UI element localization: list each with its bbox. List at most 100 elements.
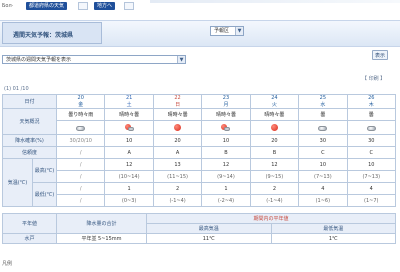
cloud-icon	[76, 124, 86, 132]
pop-cell: 20	[152, 134, 203, 147]
weather-icon-cell	[104, 120, 154, 135]
min-temp-cell: /	[56, 182, 106, 195]
min-temp-range: (-1~4)	[152, 194, 203, 207]
reliability-cell: C	[298, 146, 348, 159]
max-temp-cell: 12	[249, 158, 300, 171]
min-temp-cell: 2	[152, 182, 203, 195]
weather-summary: 曇り時々雨	[56, 108, 106, 121]
max-temp-cell: 12	[104, 158, 154, 171]
min-temp-cell: 4	[298, 182, 348, 195]
max-temp-cell: 13	[152, 158, 203, 171]
nav-separator-icon	[124, 2, 134, 10]
weather-summary: 晴時々曇	[201, 108, 251, 121]
pop-label: 降水確率(%)	[1, 134, 58, 147]
min-temp-range: (1~6)	[298, 194, 348, 207]
chevron-down-icon: ▼	[177, 56, 185, 63]
nav-tab-prefecture-weather[interactable]: 都道府県の天気	[26, 2, 68, 10]
top-navigation: Бол· 都道府県の天気 地方へ	[0, 0, 400, 12]
min-temp-cell: 1	[104, 182, 154, 195]
weather-summary: 曇	[298, 108, 348, 121]
normals-label: 平年値	[2, 213, 57, 234]
weather-icon-cell	[346, 120, 397, 135]
pop-cell: 30	[346, 134, 397, 147]
min-temp-range: (-2~4)	[201, 194, 251, 207]
date-label: 日付	[1, 94, 58, 109]
pop-cell: 30	[298, 134, 348, 147]
min-temp-header: 最低気温	[270, 223, 396, 234]
min-temp-range: (-1~4)	[249, 194, 300, 207]
weather-label: 天気概況	[1, 108, 58, 135]
date-cell: 26 木	[346, 94, 397, 109]
pop-cell: 20	[249, 134, 300, 147]
min-temp-range: /	[56, 194, 106, 207]
pop-cell: 30/20/10	[56, 134, 106, 147]
reliability-cell: B	[201, 146, 251, 159]
print-link[interactable]: 【 印刷 】	[362, 75, 385, 82]
weather-summary: 晴時々曇	[249, 108, 300, 121]
weather-icon-cell	[152, 120, 203, 135]
cloud-icon	[318, 124, 328, 132]
max-temp-range: (9~15)	[249, 170, 300, 183]
pop-cell: 10	[104, 134, 154, 147]
reliability-cell: B	[249, 146, 300, 159]
station-label: 水戸	[2, 233, 57, 244]
region-select-value: 予報区	[214, 28, 230, 34]
weather-summary: 曇	[346, 108, 397, 121]
legend-label: 凡例	[2, 261, 13, 267]
weather-icon-cell	[249, 120, 300, 135]
weather-icon-cell	[56, 120, 106, 135]
precip-total-value: 平年並 5~15mm	[56, 233, 147, 244]
max-temp-range: (7~13)	[298, 170, 348, 183]
max-temp-cell: 10	[298, 158, 348, 171]
date-cell: 22 日	[152, 94, 203, 109]
go-button[interactable]: 表示	[372, 50, 388, 60]
max-temp-header: 最高気温	[146, 223, 272, 234]
normal-min-value: 1℃	[270, 233, 396, 244]
cloud-icon	[366, 124, 376, 132]
page-title: 週間天気予報：茨城県	[13, 32, 74, 39]
date-cell: 23 月	[201, 94, 251, 109]
max-temp-cell: /	[56, 158, 106, 171]
date-cell: 25 水	[298, 94, 348, 109]
page-indicator: (1) 01 /10	[4, 86, 29, 92]
reliability-cell: C	[346, 146, 397, 159]
date-cell: 24 火	[249, 94, 300, 109]
temp-min-label: 最低(℃)	[31, 182, 58, 207]
date-cell: 20 金	[56, 94, 106, 109]
weather-summary: 晴時々曇	[152, 108, 203, 121]
normal-max-value: 11℃	[146, 233, 272, 244]
nav-divider	[150, 0, 400, 3]
sun-icon	[270, 123, 279, 132]
max-temp-range: (9~14)	[201, 170, 251, 183]
temp-group-label: 気温(℃)	[2, 158, 33, 207]
nav-separator-icon	[78, 2, 88, 10]
date-cell: 21 土	[104, 94, 154, 109]
normals-table: 平年値 降水量の合計 期間内の平年値 最高気温 最低気温 水戸 平年並 5~15…	[2, 213, 396, 244]
weather-summary: 晴時々曇	[104, 108, 154, 121]
max-temp-cell: 12	[201, 158, 251, 171]
nav-tab-region[interactable]: 地方へ	[94, 2, 116, 10]
area-select-value: 茨城県の週間天気予報を表示	[6, 57, 72, 63]
reliability-cell: /	[56, 146, 106, 159]
max-temp-range: (10~14)	[104, 170, 154, 183]
region-select[interactable]: 予報区 ▼	[210, 26, 244, 36]
reliability-cell: A	[152, 146, 203, 159]
area-select[interactable]: 茨城県の週間天気予報を表示 ▼	[2, 55, 186, 64]
weather-icon-cell	[298, 120, 348, 135]
reliability-label: 信頼度	[1, 146, 58, 159]
sun-cloud-icon	[124, 123, 134, 132]
weekly-forecast-table: 日付 20 金 21 土 22 日 23 月 24 火 25 水 26 木 天気概況 曇り時々…	[1, 94, 397, 207]
min-temp-cell: 4	[346, 182, 397, 195]
min-temp-range: (1~7)	[346, 194, 397, 207]
max-temp-cell: 10	[346, 158, 397, 171]
nav-link-home[interactable]: Бол·	[2, 3, 13, 9]
period-normals-label: 期間内の平年値	[146, 213, 396, 224]
pop-cell: 10	[201, 134, 251, 147]
sun-icon	[173, 123, 182, 132]
max-temp-range: /	[56, 170, 106, 183]
reliability-cell: A	[104, 146, 154, 159]
precip-total-label: 降水量の合計	[56, 213, 147, 234]
weather-icon-cell	[201, 120, 251, 135]
chevron-down-icon: ▼	[235, 27, 243, 35]
page-title-box: 週間天気予報：茨城県	[2, 22, 102, 44]
